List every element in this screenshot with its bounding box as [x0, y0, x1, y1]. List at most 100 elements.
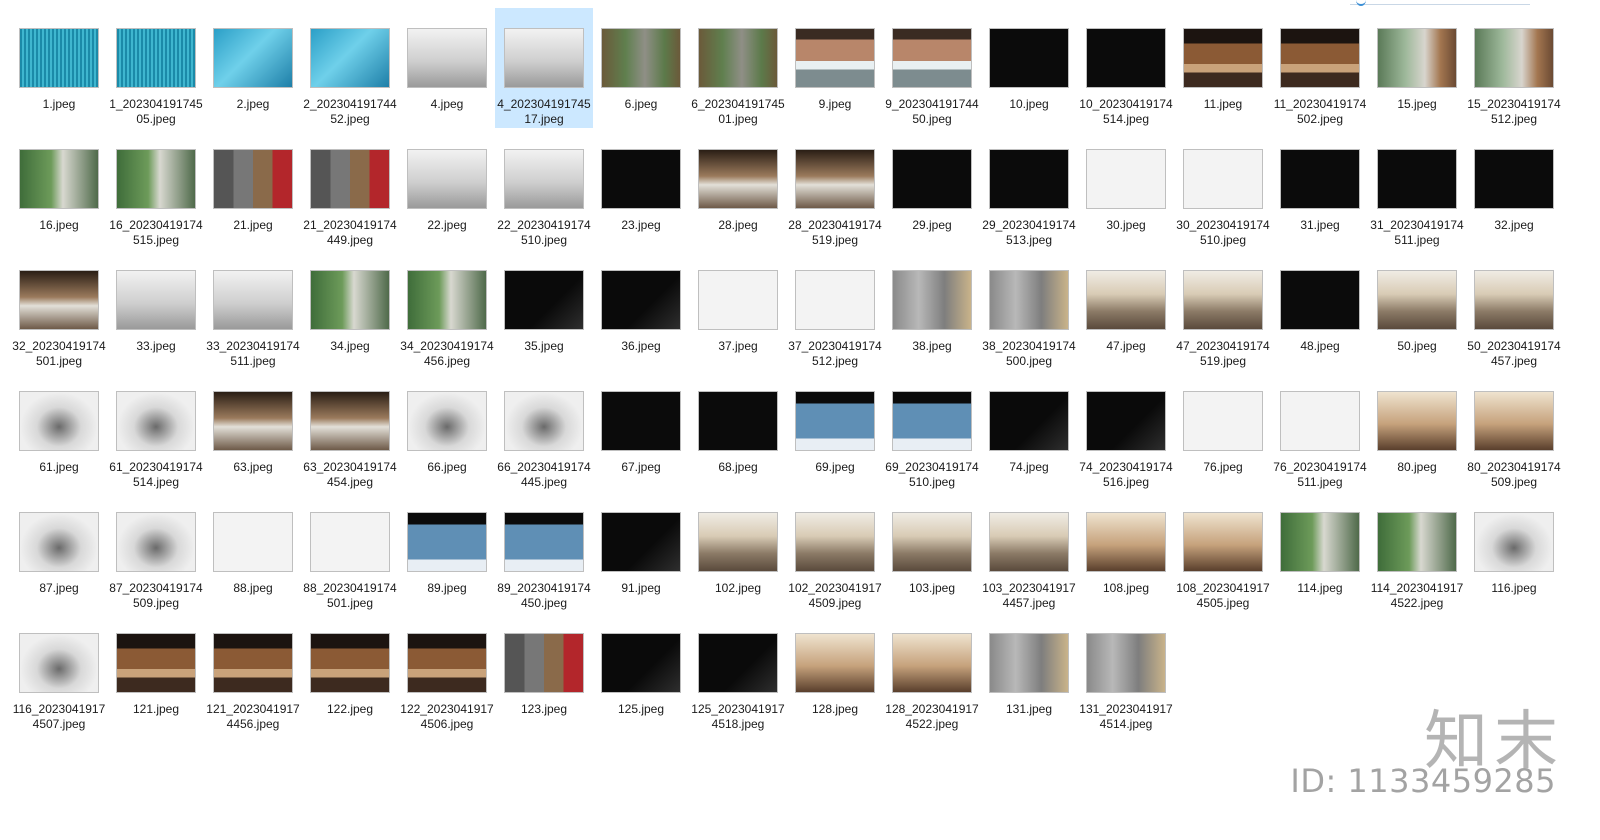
file-item[interactable]: 80_20230419174509.jpeg	[1465, 371, 1563, 491]
file-item[interactable]: 4.jpeg	[398, 8, 496, 128]
file-item[interactable]: 47.jpeg	[1077, 250, 1175, 370]
thumbnail-image	[407, 270, 487, 330]
file-item[interactable]: 63.jpeg	[204, 371, 302, 491]
file-item[interactable]: 88.jpeg	[204, 492, 302, 612]
file-item[interactable]: 66_20230419174445.jpeg	[495, 371, 593, 491]
file-item[interactable]: 61_20230419174514.jpeg	[107, 371, 205, 491]
file-item[interactable]: 50.jpeg	[1368, 250, 1466, 370]
file-item[interactable]: 121_20230419174456.jpeg	[204, 613, 302, 733]
file-item[interactable]: 74.jpeg	[980, 371, 1078, 491]
file-item[interactable]: 76.jpeg	[1174, 371, 1272, 491]
file-item[interactable]: 108_20230419174505.jpeg	[1174, 492, 1272, 612]
file-item[interactable]: 89_20230419174450.jpeg	[495, 492, 593, 612]
file-item[interactable]: 6_20230419174501.jpeg	[689, 8, 787, 128]
thumbnail-image	[504, 149, 584, 209]
file-item[interactable]: 50_20230419174457.jpeg	[1465, 250, 1563, 370]
file-item[interactable]: 69.jpeg	[786, 371, 884, 491]
file-item[interactable]: 122_20230419174506.jpeg	[398, 613, 496, 733]
file-item[interactable]: 30_20230419174510.jpeg	[1174, 129, 1272, 249]
file-item[interactable]: 9_20230419174450.jpeg	[883, 8, 981, 128]
file-item[interactable]: 35.jpeg	[495, 250, 593, 370]
file-item[interactable]: 32_20230419174501.jpeg	[10, 250, 108, 370]
file-item[interactable]: 87.jpeg	[10, 492, 108, 612]
file-item[interactable]: 76_20230419174511.jpeg	[1271, 371, 1369, 491]
file-item[interactable]: 38.jpeg	[883, 250, 981, 370]
file-item[interactable]: 34_20230419174456.jpeg	[398, 250, 496, 370]
file-item[interactable]: 121.jpeg	[107, 613, 205, 733]
file-item[interactable]: 1.jpeg	[10, 8, 108, 128]
file-item[interactable]: 29.jpeg	[883, 129, 981, 249]
file-item[interactable]: 34.jpeg	[301, 250, 399, 370]
file-item[interactable]: 125.jpeg	[592, 613, 690, 733]
file-item[interactable]: 80.jpeg	[1368, 371, 1466, 491]
file-item[interactable]: 128_20230419174522.jpeg	[883, 613, 981, 733]
file-item[interactable]: 28.jpeg	[689, 129, 787, 249]
file-name: 76_20230419174511.jpeg	[1273, 460, 1367, 489]
file-item[interactable]: 131_20230419174514.jpeg	[1077, 613, 1175, 733]
file-item[interactable]: 23.jpeg	[592, 129, 690, 249]
file-item[interactable]: 66.jpeg	[398, 371, 496, 491]
file-item[interactable]: 36.jpeg	[592, 250, 690, 370]
file-item[interactable]: 91.jpeg	[592, 492, 690, 612]
file-item[interactable]: 22.jpeg	[398, 129, 496, 249]
file-item[interactable]: 61.jpeg	[10, 371, 108, 491]
file-item[interactable]: 10_20230419174514.jpeg	[1077, 8, 1175, 128]
file-name: 16.jpeg	[39, 218, 79, 232]
file-item[interactable]: 31.jpeg	[1271, 129, 1369, 249]
file-item[interactable]: 103_20230419174457.jpeg	[980, 492, 1078, 612]
file-item[interactable]: 32.jpeg	[1465, 129, 1563, 249]
file-item[interactable]: 87_20230419174509.jpeg	[107, 492, 205, 612]
file-item[interactable]: 28_20230419174519.jpeg	[786, 129, 884, 249]
file-item[interactable]: 16.jpeg	[10, 129, 108, 249]
file-name: 74_20230419174516.jpeg	[1079, 460, 1173, 489]
file-item[interactable]: 11.jpeg	[1174, 8, 1272, 128]
file-item[interactable]: 10.jpeg	[980, 8, 1078, 128]
file-item[interactable]: 37_20230419174512.jpeg	[786, 250, 884, 370]
thumbnail-image	[116, 28, 196, 88]
file-item[interactable]: 15.jpeg	[1368, 8, 1466, 128]
file-item[interactable]: 68.jpeg	[689, 371, 787, 491]
file-item[interactable]: 89.jpeg	[398, 492, 496, 612]
file-item[interactable]: 16_20230419174515.jpeg	[107, 129, 205, 249]
file-item[interactable]: 38_20230419174500.jpeg	[980, 250, 1078, 370]
file-item[interactable]: 6.jpeg	[592, 8, 690, 128]
file-item[interactable]: 102_20230419174509.jpeg	[786, 492, 884, 612]
file-name: 37_20230419174512.jpeg	[788, 339, 882, 368]
file-item[interactable]: 125_20230419174518.jpeg	[689, 613, 787, 733]
file-item[interactable]: 102.jpeg	[689, 492, 787, 612]
file-item[interactable]: 47_20230419174519.jpeg	[1174, 250, 1272, 370]
file-item[interactable]: 114_20230419174522.jpeg	[1368, 492, 1466, 612]
file-item[interactable]: 37.jpeg	[689, 250, 787, 370]
file-item[interactable]: 21_20230419174449.jpeg	[301, 129, 399, 249]
file-item[interactable]: 103.jpeg	[883, 492, 981, 612]
file-item[interactable]: 2_20230419174452.jpeg	[301, 8, 399, 128]
file-item[interactable]: 4_20230419174517.jpeg	[495, 8, 593, 128]
file-item[interactable]: 63_20230419174454.jpeg	[301, 371, 399, 491]
file-item[interactable]: 128.jpeg	[786, 613, 884, 733]
file-item[interactable]: 22_20230419174510.jpeg	[495, 129, 593, 249]
file-item[interactable]: 116.jpeg	[1465, 492, 1563, 612]
file-item[interactable]: 116_20230419174507.jpeg	[10, 613, 108, 733]
file-item[interactable]: 11_20230419174502.jpeg	[1271, 8, 1369, 128]
file-item[interactable]: 21.jpeg	[204, 129, 302, 249]
file-item[interactable]: 74_20230419174516.jpeg	[1077, 371, 1175, 491]
file-item[interactable]: 67.jpeg	[592, 371, 690, 491]
file-item[interactable]: 29_20230419174513.jpeg	[980, 129, 1078, 249]
file-item[interactable]: 33_20230419174511.jpeg	[204, 250, 302, 370]
file-item[interactable]: 114.jpeg	[1271, 492, 1369, 612]
file-item[interactable]: 131.jpeg	[980, 613, 1078, 733]
file-item[interactable]: 31_20230419174511.jpeg	[1368, 129, 1466, 249]
file-item[interactable]: 1_20230419174505.jpeg	[107, 8, 205, 128]
thumbnail-image	[989, 270, 1069, 330]
file-item[interactable]: 15_20230419174512.jpeg	[1465, 8, 1563, 128]
file-item[interactable]: 33.jpeg	[107, 250, 205, 370]
file-item[interactable]: 123.jpeg	[495, 613, 593, 733]
file-item[interactable]: 108.jpeg	[1077, 492, 1175, 612]
file-item[interactable]: 9.jpeg	[786, 8, 884, 128]
file-item[interactable]: 30.jpeg	[1077, 129, 1175, 249]
file-item[interactable]: 48.jpeg	[1271, 250, 1369, 370]
file-item[interactable]: 69_20230419174510.jpeg	[883, 371, 981, 491]
file-item[interactable]: 88_20230419174501.jpeg	[301, 492, 399, 612]
file-item[interactable]: 2.jpeg	[204, 8, 302, 128]
file-item[interactable]: 122.jpeg	[301, 613, 399, 733]
